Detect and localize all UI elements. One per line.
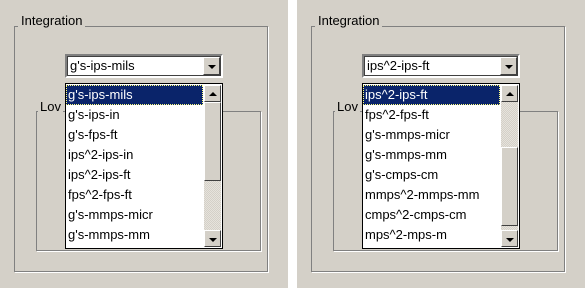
integration-combo[interactable]: ips^2-ips-ft bbox=[362, 54, 520, 78]
integration-combo[interactable]: g's-ips-mils bbox=[65, 54, 223, 78]
integration-dropdown-list[interactable]: g's-ips-mils g's-ips-in g's-fps-ft ips^2… bbox=[65, 83, 223, 249]
dropdown-option[interactable]: g's-cmps-cm bbox=[363, 165, 500, 185]
dropdown-items: ips^2-ips-ft fps^2-fps-ft g's-mmps-micr … bbox=[363, 85, 500, 245]
dropdown-option[interactable]: cmps^2-cmps-cm bbox=[363, 205, 500, 225]
arrow-up-icon bbox=[506, 92, 514, 96]
scroll-up-button[interactable] bbox=[204, 85, 221, 102]
right-integration-panel: Integration Lov ips^2-ips-ft ips^2-ips-f… bbox=[297, 0, 585, 288]
dropdown-items: g's-ips-mils g's-ips-in g's-fps-ft ips^2… bbox=[66, 85, 203, 245]
integration-dropdown-list[interactable]: ips^2-ips-ft fps^2-fps-ft g's-mmps-micr … bbox=[362, 83, 520, 249]
left-integration-panel: Integration Lov g's-ips-mils g's-ips-mil… bbox=[0, 0, 288, 288]
arrow-up-icon bbox=[209, 92, 217, 96]
scroll-down-button[interactable] bbox=[501, 230, 518, 247]
arrow-down-icon bbox=[506, 238, 514, 242]
dropdown-option[interactable]: g's-ips-in bbox=[66, 105, 203, 125]
dropdown-option[interactable]: g's-mmps-micr bbox=[66, 205, 203, 225]
dropdown-option[interactable]: g's-mmps-mm bbox=[363, 145, 500, 165]
combo-dropdown-button[interactable] bbox=[203, 57, 220, 75]
vertical-scrollbar[interactable] bbox=[501, 85, 518, 247]
low-group-title: Lov bbox=[335, 99, 360, 115]
dropdown-option[interactable]: g's-mmps-micr bbox=[363, 125, 500, 145]
dropdown-option[interactable]: ips^2-ips-in bbox=[66, 145, 203, 165]
integration-group-title: Integration bbox=[18, 13, 86, 29]
vertical-scrollbar[interactable] bbox=[204, 85, 221, 247]
low-group-title: Lov bbox=[38, 99, 63, 115]
dropdown-option-selected[interactable]: ips^2-ips-ft bbox=[363, 85, 500, 105]
combo-dropdown-button[interactable] bbox=[500, 57, 517, 75]
dropdown-option[interactable]: ips^2-ips-ft bbox=[66, 165, 203, 185]
chevron-down-icon bbox=[505, 65, 513, 69]
combo-selected-value: ips^2-ips-ft bbox=[367, 58, 430, 73]
integration-group-title: Integration bbox=[315, 13, 383, 29]
scroll-thumb[interactable] bbox=[501, 146, 518, 227]
dropdown-option[interactable]: g's-fps-ft bbox=[66, 125, 203, 145]
dropdown-option[interactable]: fps^2-fps-ft bbox=[66, 185, 203, 205]
scroll-thumb[interactable] bbox=[204, 102, 221, 182]
arrow-down-icon bbox=[209, 238, 217, 242]
dropdown-option[interactable]: mmps^2-mmps-mm bbox=[363, 185, 500, 205]
scroll-down-button[interactable] bbox=[204, 230, 221, 247]
combo-selected-value: g's-ips-mils bbox=[70, 58, 135, 73]
chevron-down-icon bbox=[208, 65, 216, 69]
dropdown-option[interactable]: g's-mmps-mm bbox=[66, 225, 203, 245]
dropdown-option[interactable]: mps^2-mps-m bbox=[363, 225, 500, 245]
dropdown-option[interactable]: fps^2-fps-ft bbox=[363, 105, 500, 125]
dropdown-option-selected[interactable]: g's-ips-mils bbox=[66, 85, 203, 105]
scroll-up-button[interactable] bbox=[501, 85, 518, 102]
